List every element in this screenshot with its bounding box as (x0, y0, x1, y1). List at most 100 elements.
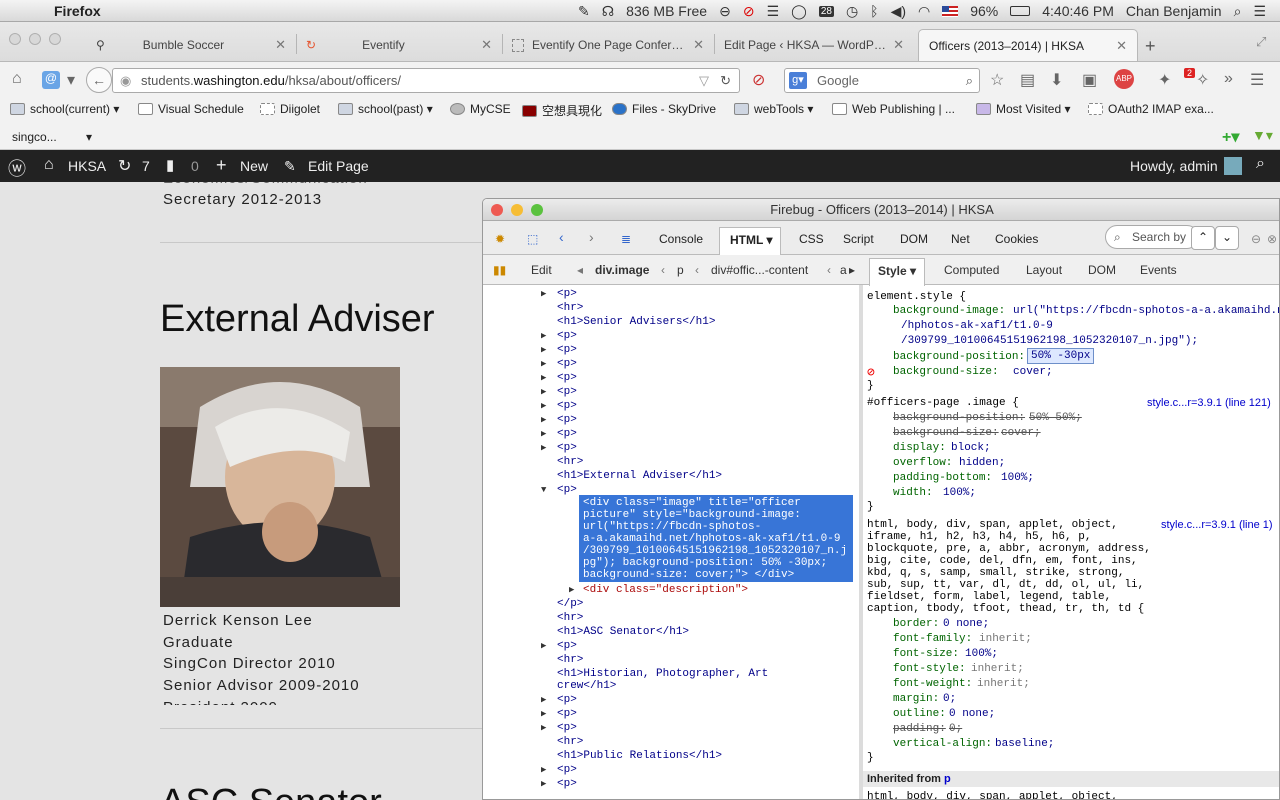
tree-node[interactable]: <hr> (557, 736, 583, 748)
side-tab-layout[interactable]: Layout (1026, 263, 1062, 277)
pencil-icon[interactable]: ✎ (284, 158, 296, 175)
evernote-icon[interactable]: ✎ (578, 3, 590, 20)
updates-icon[interactable]: ↻ (118, 156, 131, 176)
site-name-link[interactable]: HKSA (68, 158, 106, 174)
css-value[interactable]: 0; (943, 693, 956, 705)
search-icon[interactable]: ⌕ (966, 69, 973, 92)
side-tab-computed[interactable]: Computed (944, 263, 999, 277)
expand-icon[interactable]: ▶ (541, 345, 546, 355)
firebug-search-input[interactable]: ⌕ Search by (1105, 225, 1199, 249)
css-property[interactable]: background-size: (893, 366, 999, 378)
css-property[interactable]: background-position: (893, 351, 1025, 363)
close-window-button[interactable] (491, 204, 503, 216)
expand-icon[interactable]: ▶ (541, 289, 546, 299)
css-value-editor[interactable]: 50% -30px (1027, 348, 1095, 364)
css-value[interactable]: inherit; (971, 663, 1024, 675)
pause-icon[interactable]: ▮▮ (493, 263, 506, 277)
tab-eventify[interactable]: ↻ Eventify ✕ (296, 29, 502, 61)
rule-selector[interactable]: big, cite, code, del, dfn, em, font, ins… (867, 555, 1138, 567)
tree-node[interactable]: <p> (557, 484, 577, 496)
adblock-icon[interactable]: ABP (1114, 69, 1134, 89)
expand-icon[interactable]: ▶ (541, 429, 546, 439)
css-property[interactable]: padding-bottom: (893, 472, 992, 484)
back-icon[interactable]: ‹ (559, 229, 564, 245)
css-value[interactable]: baseline; (995, 738, 1054, 750)
inherited-from-link[interactable]: p (944, 773, 951, 785)
tree-node[interactable]: <p> (557, 386, 577, 398)
spotlight-icon[interactable]: ⌕ (1234, 3, 1242, 20)
url-bar[interactable]: students.washington.edu/hksa/about/offic… (112, 68, 740, 93)
tree-node[interactable]: <p> (557, 640, 577, 652)
tree-node[interactable]: <h1>Historian, Photographer, Art (557, 668, 768, 680)
css-property[interactable]: background-size: (893, 427, 999, 439)
site-identity-icon[interactable]: ◉ (120, 69, 131, 92)
bookmark-visual-schedule[interactable]: Visual Schedule (138, 102, 244, 116)
new-tab-icon[interactable]: + (1145, 36, 1156, 57)
rule-selector[interactable]: html, body, div, span, applet, object, (867, 791, 1118, 799)
css-value[interactable]: 100%; (1001, 472, 1034, 484)
howdy-user-menu[interactable]: Howdy, admin (1130, 158, 1218, 174)
rule-source-link[interactable]: style.c...r=3.9.1 (line 121) (1147, 397, 1271, 409)
wifi-icon[interactable]: ◠ (918, 3, 930, 20)
css-value[interactable]: cover; (1013, 366, 1053, 378)
bookmark-star-icon[interactable]: ☆ (990, 70, 1004, 90)
url-dropdown-icon[interactable]: ▽ (699, 69, 709, 92)
officer-picture[interactable] (160, 367, 400, 607)
breadcrumb-item[interactable]: a (840, 263, 847, 277)
volume-icon[interactable]: ◀) (891, 3, 906, 20)
expand-icon[interactable]: ▶ (569, 585, 574, 595)
avatar[interactable] (1224, 157, 1242, 175)
rule-selector[interactable]: html, body, div, span, applet, object, (867, 519, 1118, 531)
css-property[interactable]: vertical-align: (893, 738, 992, 750)
tab-console[interactable]: Console (659, 232, 703, 246)
zoom-window-button[interactable] (49, 33, 61, 45)
css-property[interactable]: background-image: (893, 305, 1005, 317)
css-value[interactable]: url("https://fbcdn-sphotos-a-a.akamaihd.… (1013, 305, 1279, 317)
selected-node[interactable]: <div class="image" title="officer pictur… (579, 495, 853, 582)
tree-node[interactable]: <p> (557, 288, 577, 300)
expand-icon[interactable]: ▶ (541, 723, 546, 733)
tab-dom[interactable]: DOM (900, 232, 928, 246)
bookmark-most-visited[interactable]: Most Visited ▾ (976, 102, 1071, 116)
css-property[interactable]: font-weight: (893, 678, 972, 690)
tab-cookies[interactable]: Cookies (995, 232, 1038, 246)
css-property[interactable]: outline: (893, 708, 946, 720)
breadcrumb-left-icon[interactable]: ◂ (577, 263, 583, 277)
bookmark-webtools[interactable]: webTools ▾ (734, 102, 813, 116)
tree-node[interactable]: <h1>Senior Advisers</h1> (557, 316, 715, 328)
battery-percent[interactable]: 96% (970, 3, 998, 19)
tree-node[interactable]: <hr> (557, 302, 583, 314)
downloads-icon[interactable]: ⬇ (1050, 70, 1063, 90)
addon-icon[interactable]: @ (42, 71, 60, 89)
expand-icon[interactable]: ▶ (541, 709, 546, 719)
bookmarks-menu-icon[interactable]: ▤ (1020, 70, 1035, 90)
tab-css[interactable]: CSS (799, 232, 824, 246)
expand-icon[interactable]: ▶ (541, 387, 546, 397)
tab-script[interactable]: Script (843, 232, 874, 246)
fullscreen-icon[interactable]: ⤢ (1256, 34, 1266, 50)
tab-edit-page-wordpress[interactable]: Edit Page ‹ HKSA — WordPress ✕ (714, 29, 914, 61)
tree-node[interactable]: <p> (557, 330, 577, 342)
css-value[interactable]: inherit; (979, 633, 1032, 645)
tab-bumble-soccer[interactable]: ⚲ Bumble Soccer ✕ (86, 29, 296, 61)
css-value[interactable]: 100%; (943, 487, 976, 499)
tree-node[interactable]: </p> (557, 598, 583, 610)
menu-icon[interactable]: ☰ (1250, 70, 1264, 90)
tree-node[interactable]: <p> (557, 764, 577, 776)
rule-source-link[interactable]: style.c...r=3.9.1 (line 1) (1161, 519, 1273, 531)
zoom-window-button[interactable] (531, 204, 543, 216)
tree-node[interactable]: <hr> (557, 456, 583, 468)
back-button-icon[interactable]: ← (86, 67, 112, 93)
close-tab-icon[interactable]: ✕ (1116, 38, 1127, 54)
firebug-menu-icon[interactable]: ✹ (495, 232, 505, 246)
app-name[interactable]: Firefox (54, 3, 101, 19)
expand-icon[interactable]: ▶ (541, 401, 546, 411)
updates-count[interactable]: 7 (142, 158, 150, 174)
rule-selector[interactable]: #officers-page .image { (867, 397, 1019, 409)
css-property[interactable]: border: (893, 618, 939, 630)
chevron-down-icon[interactable]: ⌄ (1215, 226, 1239, 250)
tree-node[interactable]: <p> (557, 694, 577, 706)
tree-node[interactable]: <div class="description"> (583, 584, 748, 596)
breadcrumb-item[interactable]: p (677, 263, 684, 277)
css-value[interactable]: 100%; (965, 648, 998, 660)
